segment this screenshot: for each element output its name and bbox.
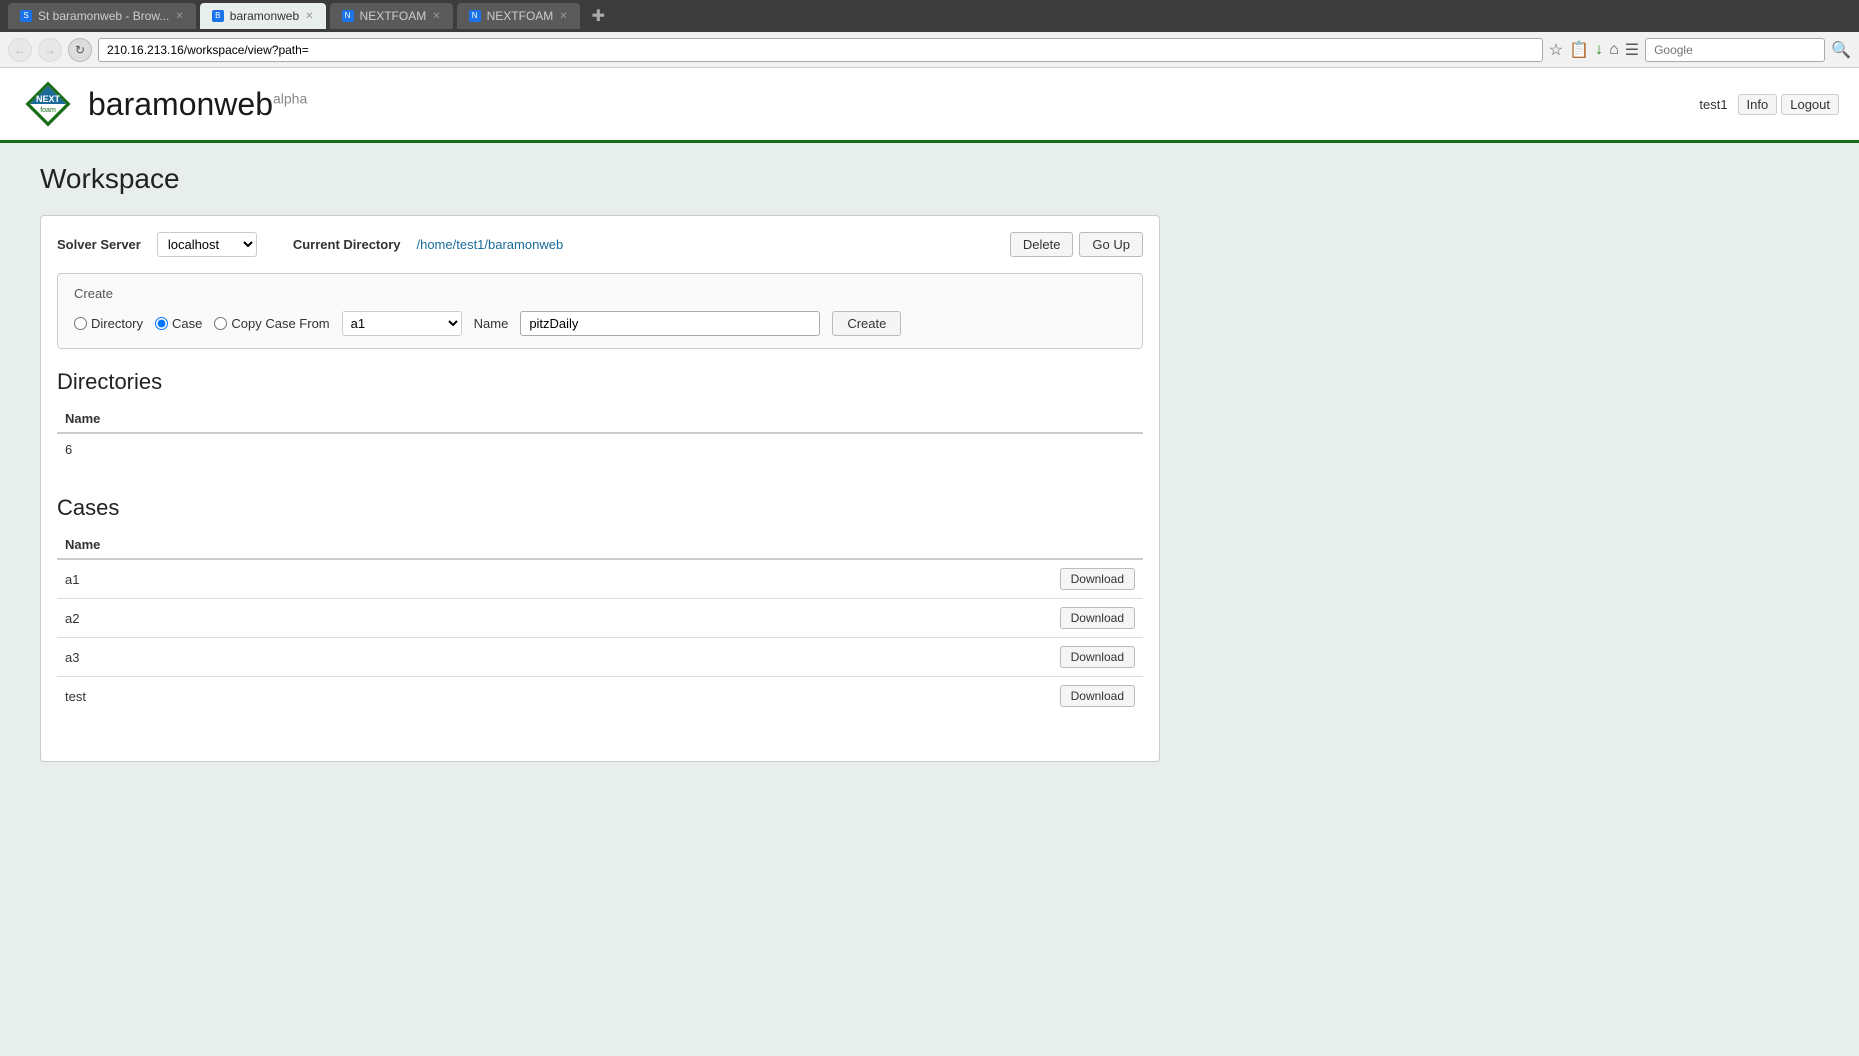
browser-chrome: S St baramonweb - Brow... ✕ B baramonweb…	[0, 0, 1859, 32]
radio-case-text: Case	[172, 316, 202, 331]
create-section-label: Create	[74, 286, 1126, 301]
copy-case-select[interactable]: a1 a2 a3 test	[342, 311, 462, 336]
case-name-1: a1	[57, 559, 448, 599]
table-row: 6	[57, 433, 1143, 465]
cases-table: Name a1 Download a2 Download	[57, 531, 1143, 715]
case-name-4: test	[57, 677, 448, 716]
browser-toolbar: ☆ 📋 ↓ ⌂ ☰	[1549, 40, 1639, 60]
workspace-panel: Solver Server localhost Current Director…	[40, 215, 1160, 762]
forward-button[interactable]: →	[38, 38, 62, 62]
case-action-3: Download	[448, 638, 1143, 677]
case-action-4: Download	[448, 677, 1143, 716]
tab-close-1[interactable]: ✕	[175, 11, 183, 22]
bookmark-manager-icon[interactable]: 📋	[1569, 40, 1589, 60]
table-row: a3 Download	[57, 638, 1143, 677]
username-label: test1	[1693, 95, 1733, 114]
radio-copy-case-label[interactable]: Copy Case From	[214, 316, 329, 331]
tab-inactive-4[interactable]: N NEXTFOAM ✕	[457, 3, 580, 29]
case-action-2: Download	[448, 599, 1143, 638]
case-action-1: Download	[448, 559, 1143, 599]
svg-text:NEXT: NEXT	[36, 94, 61, 104]
directory-name-1: 6	[57, 433, 1143, 465]
cases-col-name: Name	[57, 531, 448, 559]
table-row: a1 Download	[57, 559, 1143, 599]
tab-favicon-4: N	[469, 10, 481, 22]
radio-case-label[interactable]: Case	[155, 316, 202, 331]
user-nav: test1 Info Logout	[1693, 94, 1839, 115]
case-name-3: a3	[57, 638, 448, 677]
table-row: test Download	[57, 677, 1143, 716]
radio-directory-label[interactable]: Directory	[74, 316, 143, 331]
tab-label-4: NEXTFOAM	[487, 9, 554, 23]
download-button-4[interactable]: Download	[1060, 685, 1135, 707]
tab-label-2: baramonweb	[230, 9, 299, 23]
name-field-label: Name	[474, 316, 509, 331]
create-row: Directory Case Copy Case From a1 a2 a3 t…	[74, 311, 1126, 336]
server-actions: Delete Go Up	[1010, 232, 1143, 257]
home-icon[interactable]: ⌂	[1609, 41, 1619, 59]
search-icon[interactable]: 🔍	[1831, 40, 1851, 60]
logo-diamond: NEXT foam	[20, 76, 76, 132]
tab-label-3: NEXTFOAM	[360, 9, 427, 23]
download-button-2[interactable]: Download	[1060, 607, 1135, 629]
new-tab-button[interactable]: ✚	[584, 6, 613, 26]
top-nav: NEXT foam baramonwebalpha test1 Info Log…	[0, 68, 1859, 143]
logo-area: NEXT foam baramonwebalpha	[20, 76, 307, 132]
radio-case[interactable]	[155, 317, 168, 330]
directories-section-title: Directories	[57, 369, 1143, 395]
radio-directory[interactable]	[74, 317, 87, 330]
download-button-3[interactable]: Download	[1060, 646, 1135, 668]
table-row: a2 Download	[57, 599, 1143, 638]
app-suffix: alpha	[273, 90, 307, 106]
tab-favicon-1: S	[20, 10, 32, 22]
name-input[interactable]	[520, 311, 820, 336]
current-dir-path: /home/test1/baramonweb	[416, 237, 563, 252]
svg-text:foam: foam	[40, 107, 56, 114]
main-content: Workspace Solver Server localhost Curren…	[0, 143, 1200, 782]
directories-col-name: Name	[57, 405, 1143, 433]
tab-favicon-2: B	[212, 10, 224, 22]
info-link[interactable]: Info	[1738, 94, 1778, 115]
go-up-button[interactable]: Go Up	[1079, 232, 1143, 257]
tab-close-2[interactable]: ✕	[305, 11, 313, 22]
search-input[interactable]	[1645, 38, 1825, 62]
tab-close-3[interactable]: ✕	[432, 11, 440, 22]
radio-copy-case-text: Copy Case From	[231, 316, 329, 331]
solver-server-select[interactable]: localhost	[157, 232, 257, 257]
radio-directory-text: Directory	[91, 316, 143, 331]
download-indicator-icon[interactable]: ↓	[1595, 41, 1603, 59]
tab-favicon-3: N	[342, 10, 354, 22]
solver-server-label: Solver Server	[57, 237, 141, 252]
bookmark-star-icon[interactable]: ☆	[1549, 40, 1563, 60]
reload-button[interactable]: ↻	[68, 38, 92, 62]
delete-button[interactable]: Delete	[1010, 232, 1074, 257]
create-box: Create Directory Case Copy Case From a1 …	[57, 273, 1143, 349]
radio-copy-case[interactable]	[214, 317, 227, 330]
cases-section-title: Cases	[57, 495, 1143, 521]
current-dir-label: Current Directory	[293, 237, 401, 252]
create-button[interactable]: Create	[832, 311, 901, 336]
tab-inactive-1[interactable]: S St baramonweb - Brow... ✕	[8, 3, 196, 29]
tab-active-2[interactable]: B baramonweb ✕	[200, 3, 326, 29]
logout-link[interactable]: Logout	[1781, 94, 1839, 115]
directories-table: Name 6	[57, 405, 1143, 465]
case-name-2: a2	[57, 599, 448, 638]
tab-label-1: St baramonweb - Brow...	[38, 9, 169, 23]
tab-inactive-3[interactable]: N NEXTFOAM ✕	[330, 3, 453, 29]
download-button-1[interactable]: Download	[1060, 568, 1135, 590]
page-title: Workspace	[40, 163, 1160, 195]
address-bar: ← → ↻ ☆ 📋 ↓ ⌂ ☰ 🔍	[0, 32, 1859, 68]
app-title: baramonwebalpha	[88, 86, 307, 123]
server-row: Solver Server localhost Current Director…	[57, 232, 1143, 257]
address-input[interactable]	[98, 38, 1543, 62]
menu-icon[interactable]: ☰	[1625, 40, 1639, 60]
back-button[interactable]: ←	[8, 38, 32, 62]
tab-close-4[interactable]: ✕	[559, 11, 567, 22]
